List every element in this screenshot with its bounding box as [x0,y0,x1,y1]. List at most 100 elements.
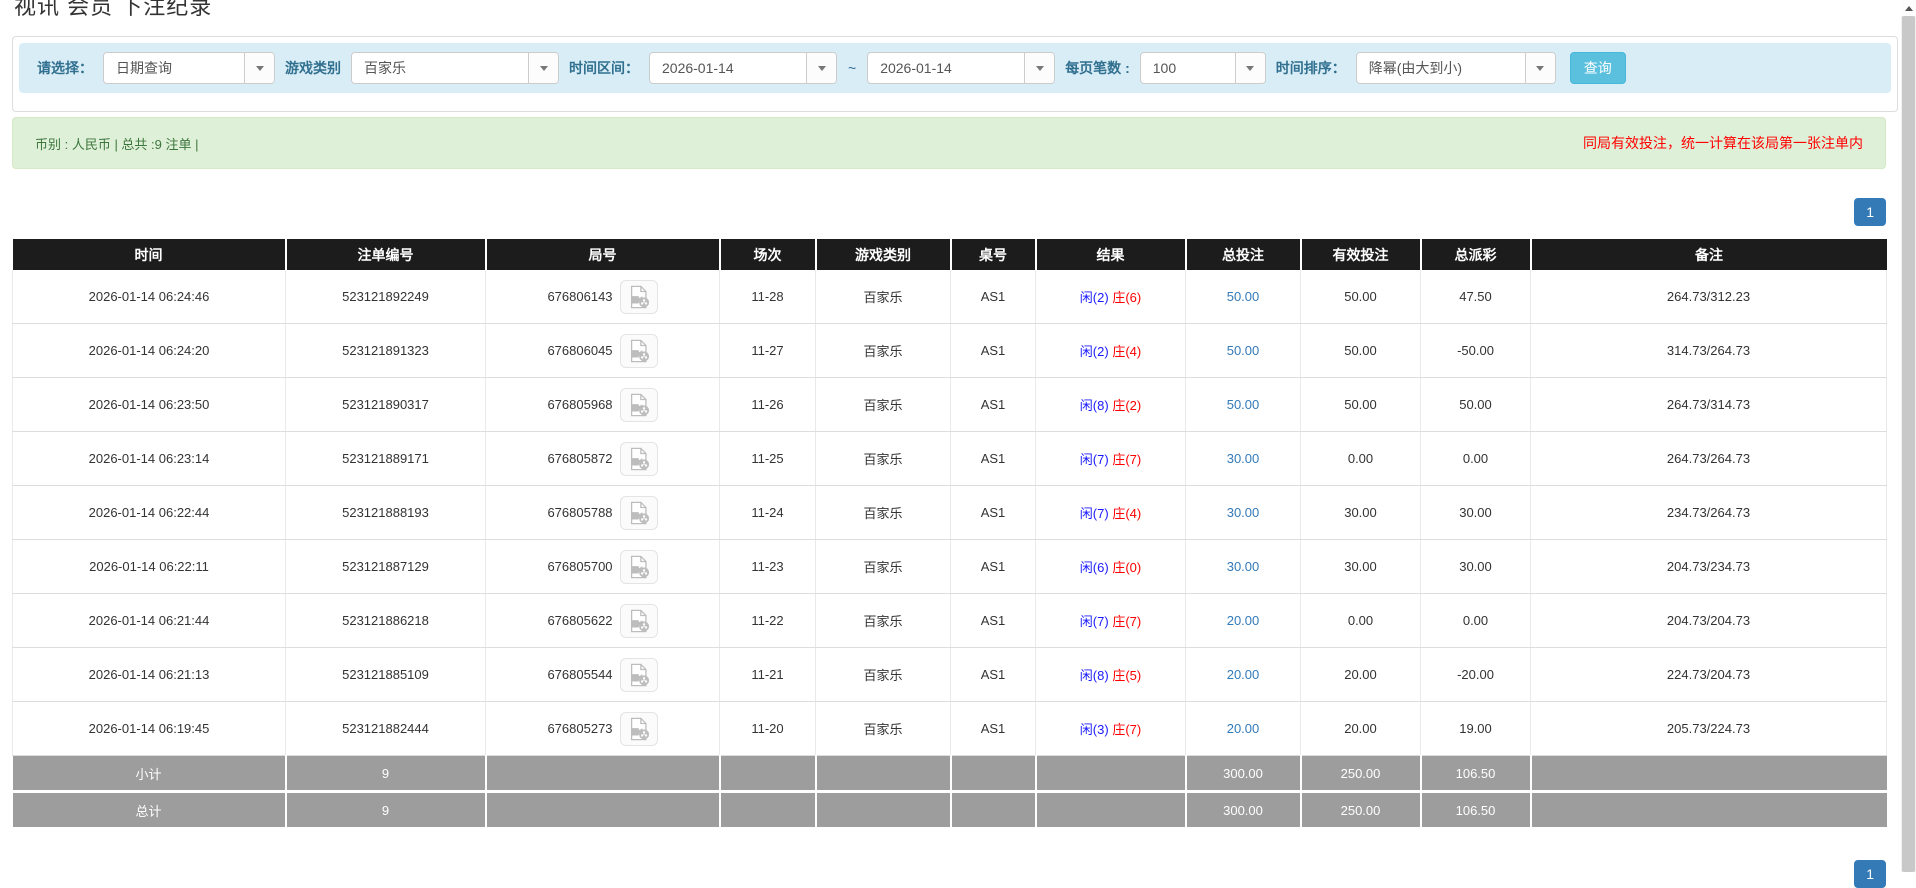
cell-game-type: 百家乐 [815,323,951,378]
pagination-page-1-top[interactable]: 1 [1854,198,1886,226]
video-file-icon [630,393,649,416]
search-button[interactable]: 查询 [1569,52,1626,84]
total-bet-link[interactable]: 30.00 [1227,505,1260,520]
time-sort-select[interactable]: 降幂(由大到小) [1355,52,1556,84]
banker-result: 庄(7) [1112,614,1142,629]
column-header-9: 总派彩 [1420,239,1532,270]
video-file-icon [630,663,649,686]
scrollbar-thumb[interactable] [1902,16,1915,872]
range-separator: ~ [848,60,857,76]
date-to-select[interactable]: 2026-01-14 [867,52,1056,84]
page-title: 视讯 会员 下注纪录 [14,0,213,19]
cell-time: 2026-01-14 06:24:46 [12,270,286,324]
cell-payout: 19.00 [1420,701,1531,756]
video-file-icon [630,285,649,308]
cell-valid-bet: 20.00 [1300,647,1421,702]
cell-total-bet: 50.00 [1185,377,1301,432]
cell-payout: 47.50 [1420,270,1531,324]
cell-bet-number: 523121885109 [285,647,486,702]
chevron-down-icon[interactable] [528,53,558,83]
cell-bet-number: 523121892249 [285,270,486,324]
cell-valid-bet: 0.00 [1300,593,1421,648]
chevron-down-icon[interactable] [806,53,836,83]
total-bet-link[interactable]: 20.00 [1227,721,1260,736]
chevron-down-icon[interactable] [1024,53,1055,83]
per-page-select[interactable]: 100 [1139,52,1266,84]
cell-result: 闲(8) 庄(2) [1035,377,1186,432]
cell-note: 264.73/264.73 [1530,431,1887,486]
player-result: 闲(8) [1079,668,1109,683]
grand-total-valid-bet: 250.00 [1300,791,1422,827]
table-header-row: 时间 注单编号 局号 场次 游戏类别 桌号 结果 总投注 有效投注 总派彩 备注 [12,239,1887,270]
game-type-label: 游戏类别 [285,60,341,76]
table-row: 2026-01-14 06:22:44 523121888193 676805788… [12,485,1887,540]
banker-result: 庄(7) [1112,722,1142,737]
video-file-icon [630,717,649,740]
total-bet-link[interactable]: 20.00 [1227,613,1260,628]
query-type-select[interactable]: 日期查询 [103,52,275,84]
cell-round-number: 676805872 [485,431,720,486]
round-number-group: 676805700 [490,549,715,584]
cell-payout: 30.00 [1420,539,1531,594]
game-type-select[interactable]: 百家乐 [351,52,559,84]
total-bet-link[interactable]: 30.00 [1227,559,1260,574]
total-bet-link[interactable]: 50.00 [1227,343,1260,358]
total-bet-link[interactable]: 30.00 [1227,451,1260,466]
video-replay-button[interactable] [619,333,658,368]
filter-panel: 请选择： 日期查询 游戏类别 百家乐 时间区间： 2026-01-14 ~ 20… [12,36,1898,112]
table-row: 2026-01-14 06:24:20 523121891323 676806045… [12,323,1887,378]
video-replay-button[interactable] [619,603,658,638]
chevron-down-icon[interactable] [1234,53,1265,83]
video-file-icon [630,501,649,524]
table-row: 2026-01-14 06:24:46 523121892249 676806143… [12,270,1887,324]
banker-result: 庄(2) [1112,398,1142,413]
cell-round-number: 676805622 [485,593,720,648]
cell-result: 闲(8) 庄(5) [1035,647,1186,702]
date-from-select[interactable]: 2026-01-14 [649,52,837,84]
subtotal-label: 小计 [12,755,287,793]
player-result: 闲(7) [1079,506,1109,521]
total-bet-link[interactable]: 20.00 [1227,667,1260,682]
cell-note: 264.73/312.23 [1530,270,1887,324]
subtotal-total-bet: 300.00 [1185,755,1302,793]
cell-table-number: AS1 [950,485,1036,540]
total-bet-link[interactable]: 50.00 [1227,289,1260,304]
cell-time: 2026-01-14 06:23:50 [12,377,286,432]
cell-table-number: AS1 [950,701,1036,756]
video-replay-button[interactable] [619,657,658,692]
banker-result: 庄(4) [1112,506,1142,521]
scroll-up-arrow-icon[interactable] [1901,0,1916,16]
video-replay-button[interactable] [619,711,658,746]
video-replay-button[interactable] [619,441,658,476]
chevron-down-icon[interactable] [1524,53,1555,83]
cell-time: 2026-01-14 06:23:14 [12,431,286,486]
column-header-5: 桌号 [950,239,1037,270]
video-replay-button[interactable] [619,549,658,584]
cell-round-number: 676805788 [485,485,720,540]
cell-game-type: 百家乐 [815,701,951,756]
subtotal-count: 9 [285,755,487,793]
vertical-scrollbar[interactable] [1901,0,1916,872]
round-number-group: 676806143 [490,279,715,314]
player-result: 闲(6) [1079,560,1109,575]
column-header-3: 场次 [719,239,817,270]
cell-payout: -50.00 [1420,323,1531,378]
video-file-icon [630,609,649,632]
chevron-down-icon[interactable] [244,53,274,83]
video-replay-button[interactable] [619,387,658,422]
player-result: 闲(3) [1079,722,1109,737]
per-page-label: 每页笔数 : [1065,60,1130,76]
round-number-text: 676805968 [547,397,613,412]
cell-note: 205.73/224.73 [1530,701,1887,756]
pagination-page-1-bottom[interactable]: 1 [1854,860,1886,888]
player-result: 闲(7) [1079,614,1109,629]
cell-game-type: 百家乐 [815,647,951,702]
video-replay-button[interactable] [619,495,658,530]
cell-payout: -20.00 [1420,647,1531,702]
summary-bar: 币别 : 人民币 | 总共 :9 注单 | 同局有效投注，统一计算在该局第一张注… [12,117,1886,169]
total-bet-link[interactable]: 50.00 [1227,397,1260,412]
cell-note: 204.73/234.73 [1530,539,1887,594]
video-replay-button[interactable] [619,279,658,314]
column-header-4: 游戏类别 [815,239,952,270]
cell-table-number: AS1 [950,431,1036,486]
